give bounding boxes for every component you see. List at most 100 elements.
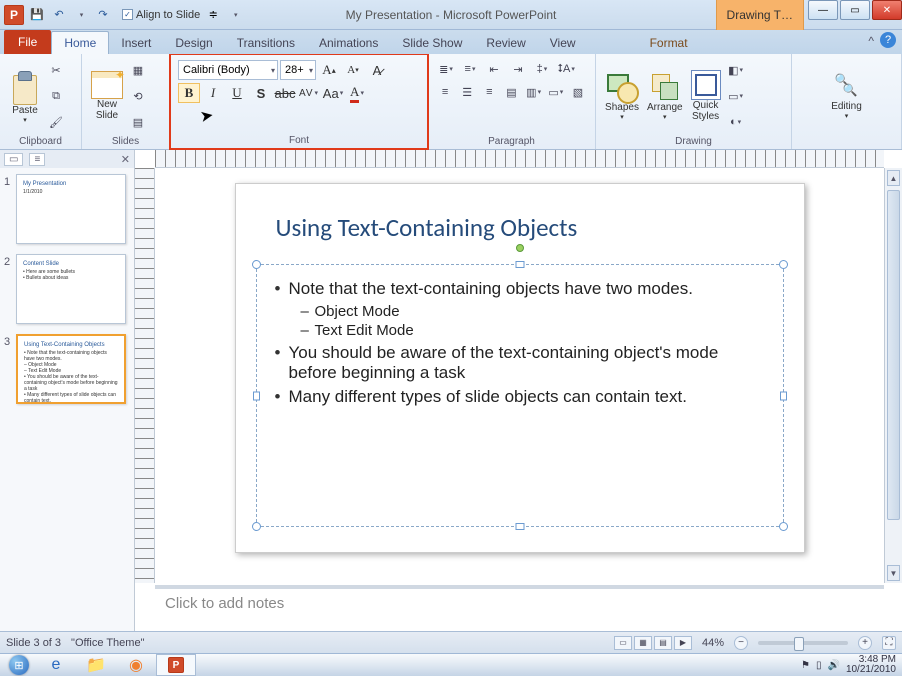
font-color-button[interactable]: A — [346, 83, 368, 103]
tab-review[interactable]: Review — [474, 32, 537, 54]
thumbnail-preview[interactable]: Content Slide• Here are some bullets• Bu… — [16, 254, 126, 324]
shapes-button[interactable]: Shapes▾ — [601, 57, 643, 135]
grow-font-icon[interactable]: A▴ — [318, 60, 340, 80]
align-text-icon[interactable]: ▭ — [546, 82, 566, 102]
minimize-ribbon-icon[interactable]: ^ — [868, 34, 874, 48]
thumbnail-item[interactable]: 3Using Text-Containing Objects• Note tha… — [4, 334, 130, 404]
taskbar-powerpoint-icon[interactable]: P — [156, 654, 196, 676]
resize-handle[interactable] — [253, 391, 260, 400]
taskbar-explorer-icon[interactable]: 📁 — [76, 654, 116, 676]
zoom-out-icon[interactable]: − — [734, 636, 748, 650]
tab-transitions[interactable]: Transitions — [225, 32, 307, 54]
shape-fill-icon[interactable]: ◧ — [727, 61, 745, 79]
tray-volume-icon[interactable]: 🔊 — [827, 660, 839, 671]
close-button[interactable]: ✕ — [872, 0, 902, 20]
shadow-button[interactable]: S — [250, 83, 272, 103]
change-case-button[interactable]: Aa — [322, 83, 344, 103]
thumbnail-preview[interactable]: Using Text-Containing Objects• Note that… — [16, 334, 126, 404]
tab-home[interactable]: Home — [51, 31, 109, 54]
tray-clock[interactable]: 3:48 PM 10/21/2010 — [846, 655, 896, 675]
strikethrough-button[interactable]: abc — [274, 83, 296, 103]
slide-canvas[interactable]: Using Text-Containing Objects Note that … — [155, 168, 884, 583]
bullet-list[interactable]: Note that the text-containing objects ha… — [275, 279, 765, 407]
bullet-item[interactable]: You should be aware of the text-containi… — [275, 343, 765, 383]
font-name-combo[interactable]: Calibri (Body) — [178, 60, 278, 80]
align-menu-icon[interactable]: ≑ — [204, 6, 222, 24]
zoom-in-icon[interactable]: + — [858, 636, 872, 650]
zoom-percent[interactable]: 44% — [702, 637, 724, 649]
scroll-thumb[interactable] — [887, 190, 900, 520]
decrease-indent-icon[interactable]: ⇤ — [483, 59, 505, 79]
thumbnail-preview[interactable]: My Presentation1/1/2010 — [16, 174, 126, 244]
shape-effects-icon[interactable]: ◐ — [727, 113, 745, 131]
resize-handle[interactable] — [779, 522, 788, 531]
shape-outline-icon[interactable]: ▭ — [727, 87, 745, 105]
resize-handle[interactable] — [515, 261, 524, 268]
bullet-item[interactable]: Text Edit Mode — [301, 322, 765, 339]
resize-handle[interactable] — [779, 260, 788, 269]
thumbnail-item[interactable]: 2Content Slide• Here are some bullets• B… — [4, 254, 130, 324]
tab-slideshow[interactable]: Slide Show — [390, 32, 474, 54]
redo-icon[interactable]: ↷ — [94, 6, 112, 24]
thumbnail-item[interactable]: 1My Presentation1/1/2010 — [4, 174, 130, 244]
bullet-item[interactable]: Note that the text-containing objects ha… — [275, 279, 765, 299]
slide[interactable]: Using Text-Containing Objects Note that … — [235, 183, 805, 553]
copy-icon[interactable]: ⧉ — [47, 87, 65, 105]
character-spacing-button[interactable]: AV — [298, 83, 320, 103]
align-center-icon[interactable]: ☰ — [457, 82, 477, 102]
align-left-icon[interactable]: ≡ — [435, 82, 455, 102]
reading-view-icon[interactable]: ▤ — [654, 636, 672, 650]
maximize-button[interactable]: ▭ — [840, 0, 870, 20]
rotate-handle-icon[interactable] — [516, 244, 524, 252]
tab-format[interactable]: Format — [638, 32, 700, 54]
shrink-font-icon[interactable]: A▾ — [342, 60, 364, 80]
notes-pane[interactable]: Click to add notes — [155, 585, 884, 631]
resize-handle[interactable] — [252, 522, 261, 531]
pane-close-icon[interactable]: ✕ — [121, 153, 130, 166]
smartart-icon[interactable]: ▧ — [568, 82, 588, 102]
qat-customize-icon[interactable] — [226, 6, 244, 24]
vertical-ruler[interactable] — [135, 168, 155, 583]
sorter-view-icon[interactable]: ▦ — [634, 636, 652, 650]
cut-icon[interactable]: ✂ — [47, 61, 65, 79]
undo-dropdown-icon[interactable] — [72, 6, 90, 24]
font-size-combo[interactable]: 28+ — [280, 60, 316, 80]
format-painter-icon[interactable]: 🖌 — [47, 113, 65, 131]
tray-flag-icon[interactable]: ⚑ — [801, 660, 810, 671]
text-direction-icon[interactable]: ⭥A — [555, 59, 577, 79]
columns-icon[interactable]: ▥ — [524, 82, 544, 102]
editing-button[interactable]: Editing▾ — [827, 57, 866, 135]
scroll-up-icon[interactable]: ▲ — [887, 170, 900, 186]
tab-animations[interactable]: Animations — [307, 32, 390, 54]
reset-icon[interactable]: ⟲ — [129, 87, 147, 105]
tray-network-icon[interactable]: ▯ — [816, 660, 822, 671]
bullet-item[interactable]: Object Mode — [301, 303, 765, 320]
start-button[interactable] — [2, 654, 36, 676]
clear-formatting-icon[interactable]: A̷ — [366, 60, 388, 80]
pane-tab-outline[interactable]: ≡ — [29, 153, 45, 166]
underline-button[interactable]: U — [226, 83, 248, 103]
vertical-scrollbar[interactable]: ▲ ▼ — [884, 168, 902, 583]
line-spacing-icon[interactable]: ‡ — [531, 59, 553, 79]
bullet-item[interactable]: Many different types of slide objects ca… — [275, 387, 765, 407]
contextual-tab-drawing-tools[interactable]: Drawing T… — [716, 0, 804, 30]
save-icon[interactable]: 💾 — [28, 6, 46, 24]
italic-button[interactable]: I — [202, 83, 224, 103]
content-placeholder[interactable]: Note that the text-containing objects ha… — [256, 264, 784, 527]
layout-icon[interactable]: ▦ — [129, 61, 147, 79]
resize-handle[interactable] — [252, 260, 261, 269]
align-to-slide-toggle[interactable]: ✓ Align to Slide — [122, 9, 200, 21]
resize-handle[interactable] — [515, 523, 524, 530]
justify-icon[interactable]: ▤ — [501, 82, 521, 102]
help-icon[interactable]: ? — [880, 32, 896, 48]
bold-button[interactable]: B — [178, 83, 200, 103]
tab-file[interactable]: File — [4, 30, 51, 54]
minimize-button[interactable]: — — [808, 0, 838, 20]
fit-to-window-icon[interactable]: ⛶ — [882, 636, 896, 650]
slideshow-view-icon[interactable]: ▶ — [674, 636, 692, 650]
horizontal-ruler[interactable] — [155, 150, 884, 168]
pane-tab-slides[interactable]: ▭ — [4, 153, 23, 166]
zoom-slider[interactable] — [758, 641, 848, 645]
app-icon[interactable]: P — [4, 5, 24, 25]
normal-view-icon[interactable]: ▭ — [614, 636, 632, 650]
